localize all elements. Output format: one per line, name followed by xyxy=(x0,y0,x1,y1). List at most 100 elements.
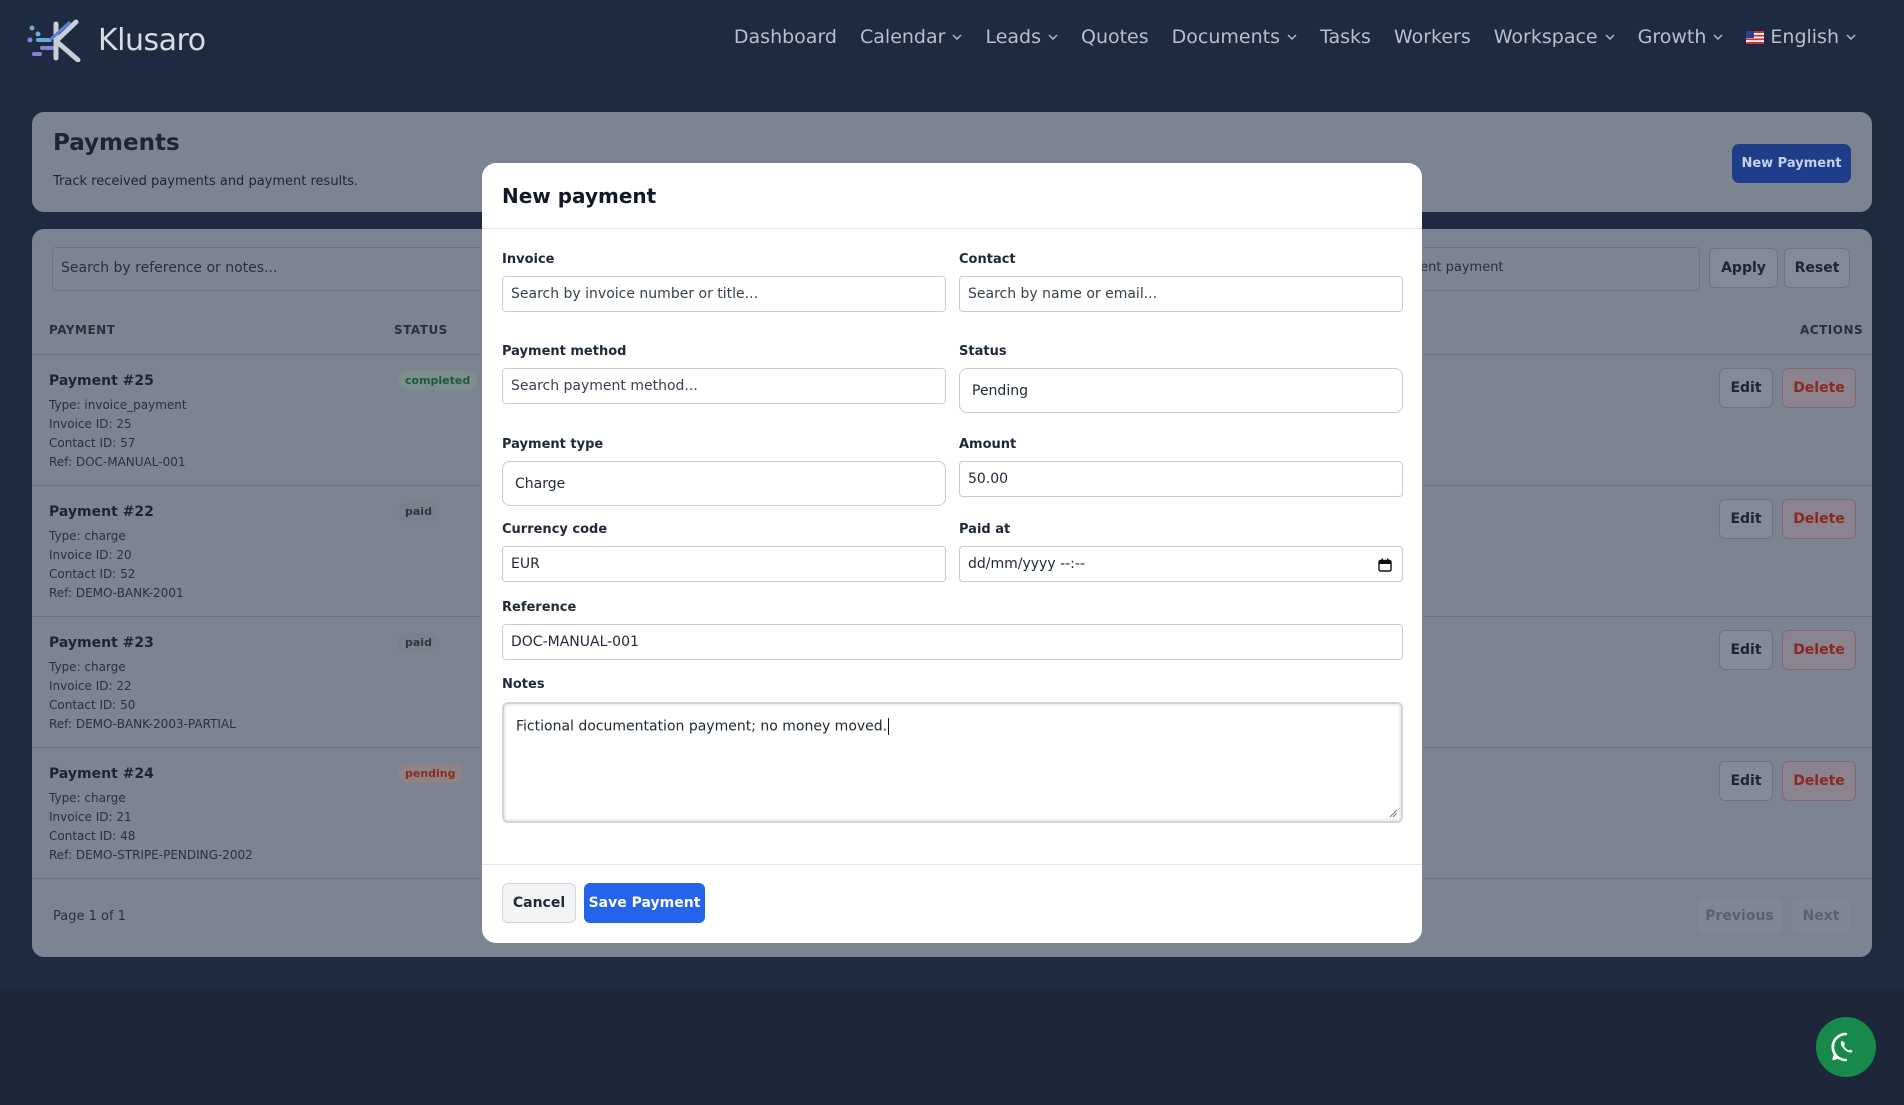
nav-calendar[interactable]: Calendar xyxy=(860,26,962,48)
payment-invoice: Invoice ID: 22 xyxy=(49,679,132,693)
amount-input[interactable]: 50.00 xyxy=(959,461,1403,497)
amount-label: Amount xyxy=(959,437,1017,452)
status-badge: paid xyxy=(398,502,439,521)
status-badge: paid xyxy=(398,633,439,652)
contact-search-input[interactable]: Search by name or email... xyxy=(959,276,1403,312)
nav-dashboard[interactable]: Dashboard xyxy=(734,26,837,48)
payment-contact: Contact ID: 48 xyxy=(49,829,136,843)
delete-button[interactable]: Delete xyxy=(1782,761,1856,801)
paid-at-value: dd/mm/yyyy --:-- xyxy=(968,556,1085,572)
payment-title: Payment #23 xyxy=(49,635,154,651)
nav-label: Dashboard xyxy=(733,26,837,48)
invoice-label: Invoice xyxy=(502,252,555,267)
status-select[interactable]: Pending xyxy=(959,368,1403,413)
delete-button[interactable]: Delete xyxy=(1782,499,1856,539)
delete-button[interactable]: Delete xyxy=(1782,630,1856,670)
modal-title: New payment xyxy=(502,184,657,208)
payment-type-select[interactable]: Charge xyxy=(502,461,946,506)
main-nav: Dashboard Calendar Leads Quotes Document… xyxy=(711,26,1856,48)
nav-tasks[interactable]: Tasks xyxy=(1320,26,1371,48)
chevron-down-icon xyxy=(1846,34,1856,40)
nav-label: Leads xyxy=(985,26,1041,48)
payment-ref: Ref: DOC-MANUAL-001 xyxy=(49,455,186,469)
brand-logo[interactable]: Klusaro xyxy=(26,18,206,62)
page-footer xyxy=(0,988,1904,1105)
column-header-payment: PAYMENT xyxy=(49,323,116,337)
previous-page-button[interactable]: Previous xyxy=(1696,896,1783,936)
whatsapp-icon xyxy=(1831,1032,1853,1062)
reset-button[interactable]: Reset xyxy=(1784,248,1850,288)
nav-label: Calendar xyxy=(860,26,946,48)
whatsapp-chat-button[interactable] xyxy=(1816,1017,1876,1077)
paid-at-datetime-input[interactable]: dd/mm/yyyy --:-- xyxy=(959,546,1403,582)
resize-handle-icon[interactable] xyxy=(1388,808,1398,818)
payment-title: Payment #24 xyxy=(49,766,154,782)
klusaro-logo-icon xyxy=(27,19,81,62)
payment-ref: Ref: DEMO-STRIPE-PENDING-2002 xyxy=(49,848,253,862)
apply-button[interactable]: Apply xyxy=(1709,248,1778,288)
edit-button[interactable]: Edit xyxy=(1719,630,1773,670)
calendar-icon[interactable] xyxy=(1378,558,1392,572)
payment-type-label: Payment type xyxy=(502,437,604,452)
nav-quotes[interactable]: Quotes xyxy=(1081,26,1149,48)
payment-ref: Ref: DEMO-BANK-2001 xyxy=(49,586,184,600)
contact-label: Contact xyxy=(959,252,1016,267)
currency-code-label: Currency code xyxy=(502,522,608,537)
nav-label: Growth xyxy=(1637,26,1707,48)
nav-leads[interactable]: Leads xyxy=(985,26,1058,48)
nav-label: Tasks xyxy=(1320,26,1371,48)
paid-at-label: Paid at xyxy=(959,522,1011,537)
nav-documents[interactable]: Documents xyxy=(1172,26,1297,48)
payment-title: Payment #22 xyxy=(49,504,154,520)
new-payment-button[interactable]: New Payment xyxy=(1732,144,1851,183)
brand-name: Klusaro xyxy=(98,22,206,58)
top-navbar: Klusaro Dashboard Calendar Leads Quotes … xyxy=(0,0,1904,80)
column-header-actions: ACTIONS xyxy=(1800,323,1864,337)
language-selector[interactable]: English xyxy=(1746,26,1856,48)
payment-type: Type: invoice_payment xyxy=(49,398,187,412)
chevron-down-icon xyxy=(1287,34,1297,40)
page-subtitle: Track received payments and payment resu… xyxy=(53,174,359,189)
payment-type: Type: charge xyxy=(49,529,126,543)
nav-workspace[interactable]: Workspace xyxy=(1494,26,1615,48)
nav-label: Quotes xyxy=(1080,26,1149,48)
status-badge: completed xyxy=(398,371,478,390)
invoice-search-input[interactable]: Search by invoice number or title... xyxy=(502,276,946,312)
next-page-button[interactable]: Next xyxy=(1791,896,1851,936)
search-input[interactable]: Search by reference or notes... xyxy=(52,247,492,291)
payment-invoice: Invoice ID: 21 xyxy=(49,810,132,824)
payment-ref: Ref: DEMO-BANK-2003-PARTIAL xyxy=(49,717,236,731)
status-badge: pending xyxy=(398,764,463,783)
notes-textarea[interactable]: Fictional documentation payment; no mone… xyxy=(502,702,1403,823)
modal-header: New payment xyxy=(482,163,1422,229)
payment-type: Type: charge xyxy=(49,660,126,674)
status-label: Status xyxy=(959,344,1007,359)
language-label: English xyxy=(1770,26,1839,48)
status-filter-select[interactable]: cent payment xyxy=(1402,247,1700,291)
chevron-down-icon xyxy=(1048,34,1058,40)
edit-button[interactable]: Edit xyxy=(1719,761,1773,801)
payment-contact: Contact ID: 50 xyxy=(49,698,136,712)
currency-code-input[interactable]: EUR xyxy=(502,546,946,582)
page-title: Payments xyxy=(53,130,180,156)
payment-type: Type: charge xyxy=(49,791,126,805)
edit-button[interactable]: Edit xyxy=(1719,499,1773,539)
nav-label: Workspace xyxy=(1493,26,1598,48)
edit-button[interactable]: Edit xyxy=(1719,368,1773,408)
delete-button[interactable]: Delete xyxy=(1782,368,1856,408)
nav-workers[interactable]: Workers xyxy=(1394,26,1471,48)
new-payment-modal: New payment Invoice Search by invoice nu… xyxy=(482,163,1422,943)
payment-invoice: Invoice ID: 20 xyxy=(49,548,132,562)
chevron-down-icon xyxy=(1713,34,1723,40)
payment-method-search-input[interactable]: Search payment method... xyxy=(502,368,946,404)
text-caret xyxy=(888,718,890,735)
nav-growth[interactable]: Growth xyxy=(1638,26,1724,48)
modal-footer: Cancel Save Payment xyxy=(482,864,1422,943)
save-payment-button[interactable]: Save Payment xyxy=(584,883,705,923)
payment-contact: Contact ID: 57 xyxy=(49,436,136,450)
cancel-button[interactable]: Cancel xyxy=(502,883,576,923)
payment-title: Payment #25 xyxy=(49,373,154,389)
reference-input[interactable]: DOC-MANUAL-001 xyxy=(502,624,1403,660)
notes-label: Notes xyxy=(502,677,545,692)
nav-label: Documents xyxy=(1171,26,1280,48)
